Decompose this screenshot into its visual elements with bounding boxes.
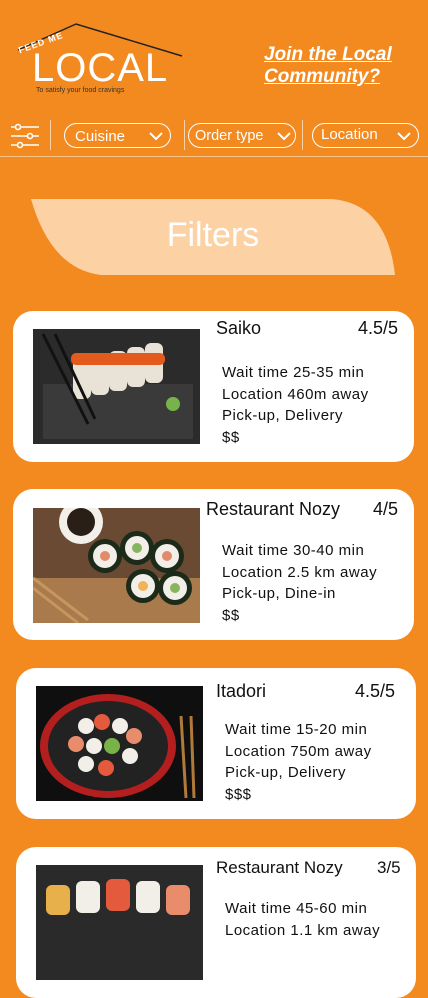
divider	[184, 120, 185, 150]
restaurant-name: Saiko	[216, 318, 262, 338]
restaurant-rating: 4.5/5	[358, 318, 399, 338]
cuisine-label: Cuisine	[75, 128, 126, 145]
location-label: Location	[321, 126, 378, 143]
restaurant-card[interactable]: Restaurant Nozy 3/5 Wait time 45-60 min …	[16, 847, 416, 998]
restaurant-name: Restaurant Nozy	[206, 499, 341, 519]
filter-bar-underline	[0, 156, 428, 157]
location-distance: Location 460m away	[222, 385, 369, 403]
logo-local: LOCAL	[32, 46, 169, 90]
restaurant-name: Restaurant Nozy	[216, 858, 343, 877]
sushi-image	[36, 865, 203, 980]
join-line-1: Join the Local	[264, 44, 392, 65]
wait-time: Wait time 45-60 min	[225, 900, 368, 917]
sushi-image	[36, 686, 203, 801]
divider	[302, 120, 303, 150]
restaurant-rating: 4.5/5	[355, 681, 396, 701]
restaurant-card[interactable]: Saiko 4.5/5 Wait time 25-35 min Location…	[13, 311, 414, 462]
restaurant-details: Wait time 30-40 min Location 2.5 km away…	[222, 540, 377, 626]
order-options: Pick-up, Delivery	[222, 407, 344, 424]
restaurant-details: Wait time 45-60 min Location 1.1 km away	[225, 898, 380, 941]
filters-title: Filters	[166, 216, 260, 254]
filters-banner[interactable]: Filters	[31, 199, 395, 275]
logo-tagline: To satisfy your food cravings	[36, 87, 125, 94]
wait-time: Wait time 30-40 min	[222, 542, 365, 559]
chevron-down-icon	[149, 132, 163, 141]
join-community-link[interactable]: Join the Local Community?	[264, 44, 424, 88]
restaurant-name: Itadori	[216, 681, 267, 701]
restaurant-rating: 4/5	[373, 499, 399, 519]
restaurant-details: Wait time 15-20 min Location 750m away P…	[225, 719, 372, 805]
divider	[50, 120, 51, 150]
sushi-image	[33, 508, 200, 623]
restaurant-card[interactable]: Itadori 4.5/5 Wait time 15-20 min Locati…	[16, 668, 416, 819]
price-level: $$	[222, 428, 240, 446]
wait-time: Wait time 15-20 min	[225, 721, 368, 738]
wait-time: Wait time 25-35 min	[222, 364, 365, 381]
restaurant-rating: 3/5	[377, 858, 401, 877]
restaurant-details: Wait time 25-35 min Location 460m away P…	[222, 362, 369, 448]
chevron-down-icon	[277, 132, 291, 141]
order-type-dropdown[interactable]: Order type	[188, 123, 296, 148]
filter-bar: Cuisine Order type Location	[0, 118, 428, 157]
join-line-2: Community?	[264, 66, 381, 87]
sushi-image	[33, 329, 200, 444]
cuisine-dropdown[interactable]: Cuisine	[64, 123, 171, 148]
sliders-icon[interactable]	[10, 121, 40, 151]
order-options: Pick-up, Dine-in	[222, 585, 336, 602]
chevron-down-icon	[397, 132, 411, 141]
order-type-label: Order type	[195, 128, 264, 144]
location-distance: Location 750m away	[225, 742, 372, 760]
location-distance: Location 1.1 km away	[225, 921, 381, 939]
location-distance: Location 2.5 km away	[222, 563, 378, 581]
order-options: Pick-up, Delivery	[225, 764, 347, 781]
price-level: $$$	[225, 785, 252, 803]
location-dropdown[interactable]: Location	[312, 123, 419, 148]
restaurant-card[interactable]: Restaurant Nozy 4/5 Wait time 30-40 min …	[13, 489, 414, 640]
app-logo[interactable]: FEED ME LOCAL To satisfy your food cravi…	[14, 20, 186, 98]
price-level: $$	[222, 606, 240, 624]
